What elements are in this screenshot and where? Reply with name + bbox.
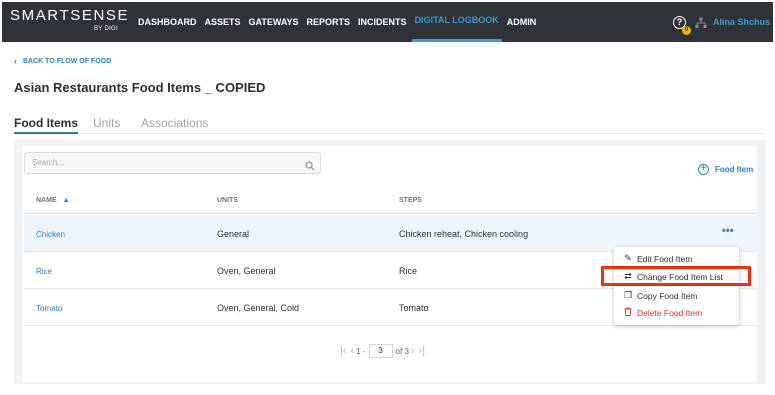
smartsense-logo[interactable]: SMARTSENSE BY DIGI xyxy=(10,7,130,32)
nav-admin[interactable]: ADMIN xyxy=(504,2,540,42)
food-item-steps: Tomato xyxy=(399,303,429,313)
annotation-highlight-box xyxy=(601,266,751,286)
page-total: of 3 xyxy=(395,346,409,356)
user-menu[interactable]: Alina Shchus xyxy=(713,17,770,27)
pagination: |‹ ‹ 1 - 3 of 3 › ›| xyxy=(338,343,427,359)
food-item-units: Oven, General xyxy=(217,266,276,276)
food-item-units: General xyxy=(217,229,250,239)
search-input[interactable]: Search... xyxy=(24,152,321,174)
food-item-steps: Rice xyxy=(399,266,418,276)
logo-text: SMARTSENSE xyxy=(10,7,130,24)
last-page-icon[interactable]: ›| xyxy=(419,345,426,357)
tab-associations[interactable]: Associations xyxy=(141,116,208,134)
nav-dashboard[interactable]: DASHBOARD xyxy=(135,2,200,42)
notification-badge: 0 xyxy=(682,26,691,35)
column-name-label: NAME xyxy=(36,197,57,204)
sort-asc-icon[interactable]: ▲ xyxy=(63,197,70,204)
next-page-icon[interactable]: › xyxy=(411,345,415,357)
row-actions-menu: ✎ Edit Food Item ⇄ Change Food Item List… xyxy=(614,247,739,325)
nav-digital-logbook[interactable]: DIGITAL LOGBOOK xyxy=(411,2,502,42)
tab-units[interactable]: Units xyxy=(93,116,120,134)
page-number-input[interactable]: 3 xyxy=(368,344,393,358)
menu-item-delete[interactable]: Delete Food Item xyxy=(614,304,739,321)
tab-bar: Food Items Units Associations xyxy=(14,116,764,134)
food-item-units: Oven, General, Cold xyxy=(217,303,300,313)
menu-item-copy[interactable]: ❐ Copy Food Item xyxy=(614,287,739,304)
top-nav-bar: SMARTSENSE BY DIGI DASHBOARD ASSETS GATE… xyxy=(2,2,773,42)
chevron-left-icon: ‹ xyxy=(14,56,17,66)
column-header-name[interactable]: NAME ▲ xyxy=(36,197,70,204)
tab-food-items[interactable]: Food Items xyxy=(14,116,79,134)
copy-icon: ❐ xyxy=(623,290,633,300)
table-header: NAME ▲ UNITS STEPS xyxy=(24,188,757,214)
food-item-name-link[interactable]: Rice xyxy=(36,267,52,276)
nav-gateways[interactable]: GATEWAYS xyxy=(246,2,302,42)
food-item-name-link[interactable]: Tomato xyxy=(36,304,62,313)
food-item-steps: Chicken reheat, Chicken cooling xyxy=(399,229,529,239)
page-title: Asian Restaurants Food Items _ COPIED xyxy=(14,80,266,95)
more-actions-icon[interactable]: ••• xyxy=(722,225,734,237)
menu-item-label: Copy Food Item xyxy=(637,290,698,301)
main-nav: DASHBOARD ASSETS GATEWAYS REPORTS INCIDE… xyxy=(135,2,541,42)
first-page-icon[interactable]: |‹ xyxy=(340,345,347,357)
add-food-item-label: Food Item xyxy=(715,165,754,174)
food-item-name-link[interactable]: Chicken xyxy=(36,230,65,239)
search-placeholder: Search... xyxy=(32,158,65,167)
org-tree-icon[interactable] xyxy=(695,16,707,34)
pencil-icon: ✎ xyxy=(624,253,632,263)
menu-item-edit[interactable]: ✎ Edit Food Item xyxy=(614,250,739,267)
logo-subtext: BY DIGI xyxy=(94,26,118,32)
back-link[interactable]: ‹ BACK TO FLOW OF FOOD xyxy=(14,56,111,66)
column-header-steps: STEPS xyxy=(399,197,422,204)
search-icon xyxy=(305,158,315,176)
back-link-label: BACK TO FLOW OF FOOD xyxy=(23,57,112,65)
add-food-item-button[interactable]: + Food Item xyxy=(698,164,753,175)
menu-item-label: Edit Food Item xyxy=(637,253,693,264)
plus-circle-icon: + xyxy=(698,164,709,175)
page-range-start: 1 - xyxy=(356,346,366,356)
trash-icon xyxy=(623,307,633,318)
column-header-units: UNITS xyxy=(217,197,238,204)
prev-page-icon[interactable]: ‹ xyxy=(351,345,355,357)
nav-incidents[interactable]: INCIDENTS xyxy=(355,2,410,42)
menu-item-label: Delete Food Item xyxy=(637,307,703,318)
nav-reports[interactable]: REPORTS xyxy=(304,2,354,42)
nav-assets[interactable]: ASSETS xyxy=(202,2,244,42)
